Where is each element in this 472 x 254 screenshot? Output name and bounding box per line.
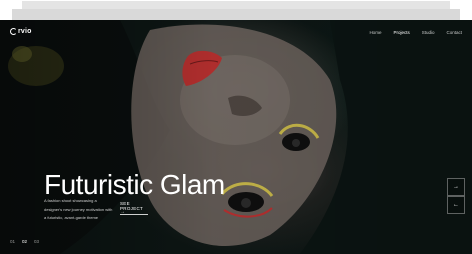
brand-logo[interactable]: rvio bbox=[10, 28, 32, 35]
main-nav: Home Projects Studio Contact bbox=[369, 30, 462, 35]
next-slide-button[interactable]: → bbox=[447, 178, 465, 196]
pager-item-active[interactable]: 02 bbox=[22, 239, 27, 244]
nav-item-projects[interactable]: Projects bbox=[393, 30, 409, 35]
hero-title: Futuristic Glam bbox=[44, 168, 225, 200]
logo-mark-icon bbox=[10, 28, 17, 35]
nav-item-home[interactable]: Home bbox=[369, 30, 381, 35]
slide-pager: 01 02 03 bbox=[10, 239, 39, 244]
nav-item-contact[interactable]: Contact bbox=[446, 30, 462, 35]
pager-item[interactable]: 03 bbox=[34, 239, 39, 244]
prev-slide-button[interactable]: ← bbox=[447, 196, 465, 214]
cta-arrow-icon: → bbox=[120, 209, 125, 215]
hero-slide: rvio Home Projects Studio Contact Futuri… bbox=[0, 20, 472, 254]
nav-item-studio[interactable]: Studio bbox=[422, 30, 435, 35]
pager-item[interactable]: 01 bbox=[10, 239, 15, 244]
logo-text: rvio bbox=[18, 28, 32, 35]
arrow-left-icon: ← bbox=[453, 202, 459, 208]
arrow-right-icon: → bbox=[453, 184, 459, 190]
hero-description: A fashion shoot showcasing a designer's … bbox=[44, 198, 113, 220]
